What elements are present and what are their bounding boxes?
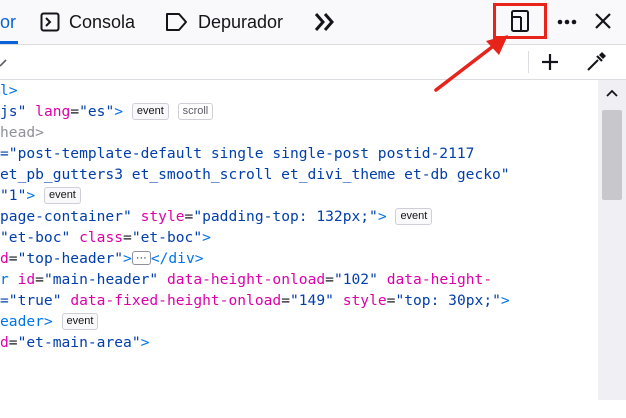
scrollbar-thumb[interactable] bbox=[602, 110, 622, 200]
event-badge[interactable]: event bbox=[131, 103, 169, 120]
chevron-up-icon[interactable] bbox=[606, 88, 618, 98]
search-html-input[interactable] bbox=[4, 51, 508, 75]
more-dots-icon[interactable] bbox=[556, 11, 578, 33]
toolbar-separator bbox=[528, 51, 529, 73]
collapsed-children-ellipsis[interactable]: ··· bbox=[131, 251, 151, 265]
eyedropper-icon[interactable] bbox=[584, 50, 608, 74]
event-badge[interactable]: event bbox=[61, 313, 99, 330]
plus-icon[interactable] bbox=[538, 50, 562, 74]
responsive-design-icon bbox=[511, 10, 529, 32]
markup-scrollbar[interactable] bbox=[598, 80, 626, 400]
markup-search-bar bbox=[0, 45, 626, 80]
tab-inspector-label: or bbox=[0, 11, 17, 32]
markup-line[interactable]: d="et-main-area"> bbox=[0, 332, 598, 353]
tab-console[interactable]: Consola bbox=[40, 0, 135, 44]
scroll-badge[interactable]: scroll bbox=[177, 103, 214, 120]
markup-line[interactable]: ="true" data-fixed-height-onload="149" s… bbox=[0, 290, 598, 311]
markup-line[interactable]: l> bbox=[0, 80, 598, 101]
markup-line[interactable]: js" lang="es"> event scroll bbox=[0, 101, 598, 122]
chevrons-right-icon[interactable] bbox=[312, 9, 338, 35]
markup-line[interactable]: ="post-template-default single single-po… bbox=[0, 143, 598, 164]
markup-tree: l> js" lang="es"> event scroll head> ="p… bbox=[0, 80, 598, 418]
tab-debugger[interactable]: Depurador bbox=[165, 0, 283, 44]
devtools-toolbar: or Consola Depurador bbox=[0, 0, 626, 45]
event-badge[interactable]: event bbox=[395, 208, 433, 225]
markup-line[interactable]: page-container" style="padding-top: 132p… bbox=[0, 206, 598, 227]
markup-line[interactable]: eader> event bbox=[0, 311, 598, 332]
markup-line[interactable]: d="top-header"> ··· </div> bbox=[0, 248, 598, 269]
markup-line[interactable]: r id="main-header" data-height-onload="1… bbox=[0, 269, 598, 290]
tab-debugger-label: Depurador bbox=[198, 11, 284, 32]
markup-line[interactable]: et_pb_gutters3 et_smooth_scroll et_divi_… bbox=[0, 164, 598, 185]
console-icon bbox=[40, 12, 60, 32]
markup-line[interactable]: "1"> event bbox=[0, 185, 598, 206]
event-badge[interactable]: event bbox=[43, 187, 81, 204]
debugger-icon bbox=[166, 13, 187, 31]
responsive-design-mode-button[interactable] bbox=[493, 3, 547, 39]
close-icon[interactable] bbox=[593, 11, 613, 31]
tab-inspector[interactable]: or bbox=[0, 0, 18, 44]
active-tab-indicator bbox=[0, 41, 18, 44]
markup-line[interactable]: "et-boc" class="et-boc"> bbox=[0, 227, 598, 248]
tab-console-label: Consola bbox=[69, 11, 136, 32]
markup-line[interactable]: head> bbox=[0, 122, 598, 143]
